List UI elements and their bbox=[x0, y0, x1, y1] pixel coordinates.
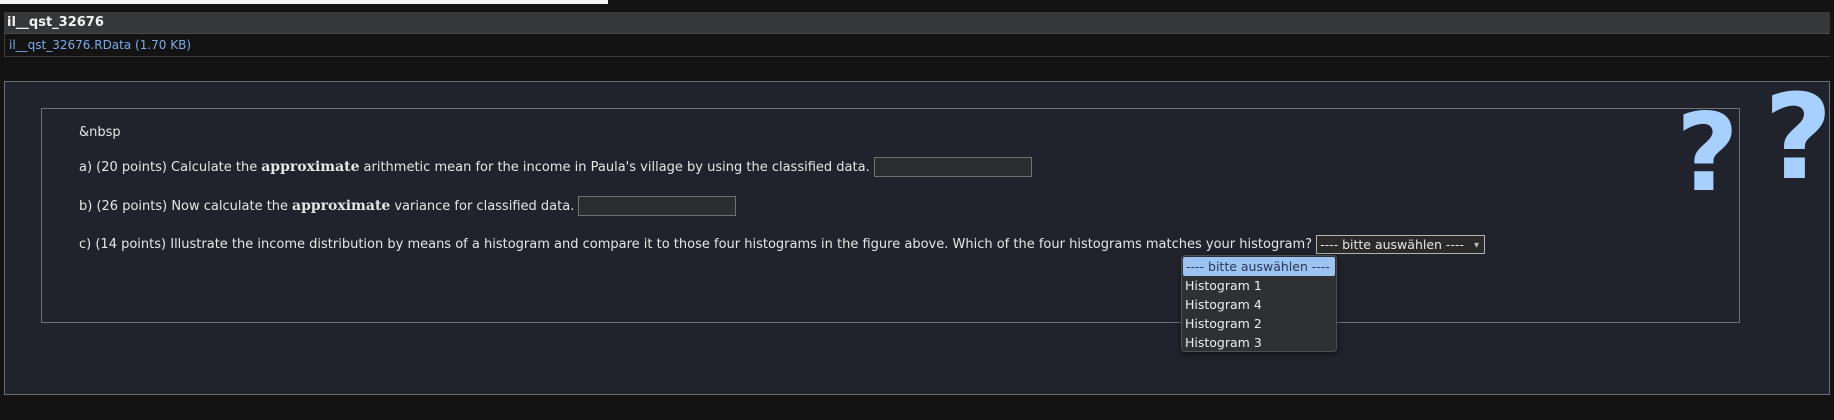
question-a-text-1: a) (20 points) Calculate the bbox=[79, 159, 258, 175]
dropdown-option-histogram-1[interactable]: Histogram 1 bbox=[1182, 276, 1336, 295]
question-a-text-2: arithmetic mean for the income in Paula'… bbox=[363, 159, 870, 175]
file-download-link[interactable]: il__qst_32676.RData (1.70 KB) bbox=[4, 34, 1830, 57]
histogram-select[interactable]: ---- bitte auswählen ---- ▾ bbox=[1316, 235, 1485, 254]
question-b: b) (26 points) Now calculate the approxi… bbox=[79, 196, 737, 216]
question-panel: &nbsp a) (20 points) Calculate the appro… bbox=[4, 81, 1830, 395]
answer-a-input[interactable] bbox=[873, 157, 1032, 177]
question-a: a) (20 points) Calculate the approximate… bbox=[79, 157, 1032, 177]
file-title: il__qst_32676 bbox=[4, 12, 1830, 34]
question-c-text: c) (14 points) Illustrate the income dis… bbox=[79, 237, 1313, 252]
dropdown-option-histogram-4[interactable]: Histogram 4 bbox=[1182, 295, 1336, 314]
question-b-text-2: variance for classified data. bbox=[394, 198, 575, 214]
top-strip bbox=[0, 0, 608, 4]
entity-text: &nbsp bbox=[79, 125, 121, 140]
file-box: il__qst_32676 il__qst_32676.RData (1.70 … bbox=[4, 12, 1830, 60]
question-c: c) (14 points) Illustrate the income dis… bbox=[79, 235, 1485, 254]
answer-b-input[interactable] bbox=[578, 196, 737, 216]
dropdown-option-histogram-3[interactable]: Histogram 3 bbox=[1182, 333, 1336, 351]
dropdown-option-histogram-2[interactable]: Histogram 2 bbox=[1182, 314, 1336, 333]
chevron-down-icon: ▾ bbox=[1473, 240, 1479, 251]
question-b-emphasis: approximate bbox=[292, 198, 391, 214]
question-b-text-1: b) (26 points) Now calculate the bbox=[79, 198, 289, 214]
question-mark-icon-large: ? bbox=[1764, 68, 1833, 206]
dropdown-option-placeholder[interactable]: ---- bitte auswählen ---- bbox=[1183, 257, 1335, 276]
histogram-select-value: ---- bitte auswählen ---- bbox=[1320, 237, 1464, 252]
question-mark-icon: ? bbox=[1676, 91, 1739, 216]
question-a-emphasis: approximate bbox=[261, 159, 360, 175]
histogram-dropdown: ---- bitte auswählen ---- Histogram 1 Hi… bbox=[1181, 255, 1337, 352]
